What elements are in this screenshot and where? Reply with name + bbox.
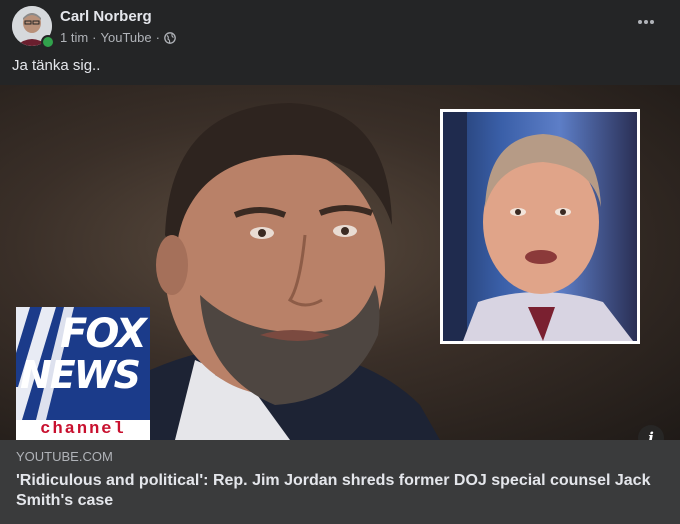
globe-icon [164, 31, 176, 44]
news-logo-text: NEWS [20, 353, 141, 397]
post-time[interactable]: 1 tim [60, 30, 88, 45]
meta-separator: · [155, 30, 160, 45]
inset-person-image [440, 109, 640, 344]
more-options-button[interactable] [628, 8, 664, 36]
link-headline[interactable]: 'Ridiculous and political': Rep. Jim Jor… [16, 471, 666, 511]
fox-logo-text: FOX [60, 311, 147, 357]
author-name[interactable]: Carl Norberg [60, 8, 152, 25]
more-horizontal-icon [638, 20, 654, 24]
post-meta: 1 tim · YouTube · [60, 30, 176, 45]
channel-logo-text: channel [16, 420, 150, 440]
link-domain: YOUTUBE.COM [16, 449, 113, 464]
fox-news-logo: FOX NEWS channel [16, 307, 150, 440]
post-source[interactable]: YouTube [101, 30, 152, 45]
online-status-dot [41, 35, 55, 49]
link-preview[interactable]: YOUTUBE.COM 'Ridiculous and political': … [0, 440, 680, 524]
meta-separator: · [92, 30, 97, 45]
video-thumbnail[interactable]: FOX NEWS channel [0, 85, 680, 440]
post-text: Ja tänka sig.. [12, 57, 101, 74]
post-header: Carl Norberg 1 tim · YouTube · Ja tänka … [0, 0, 680, 84]
